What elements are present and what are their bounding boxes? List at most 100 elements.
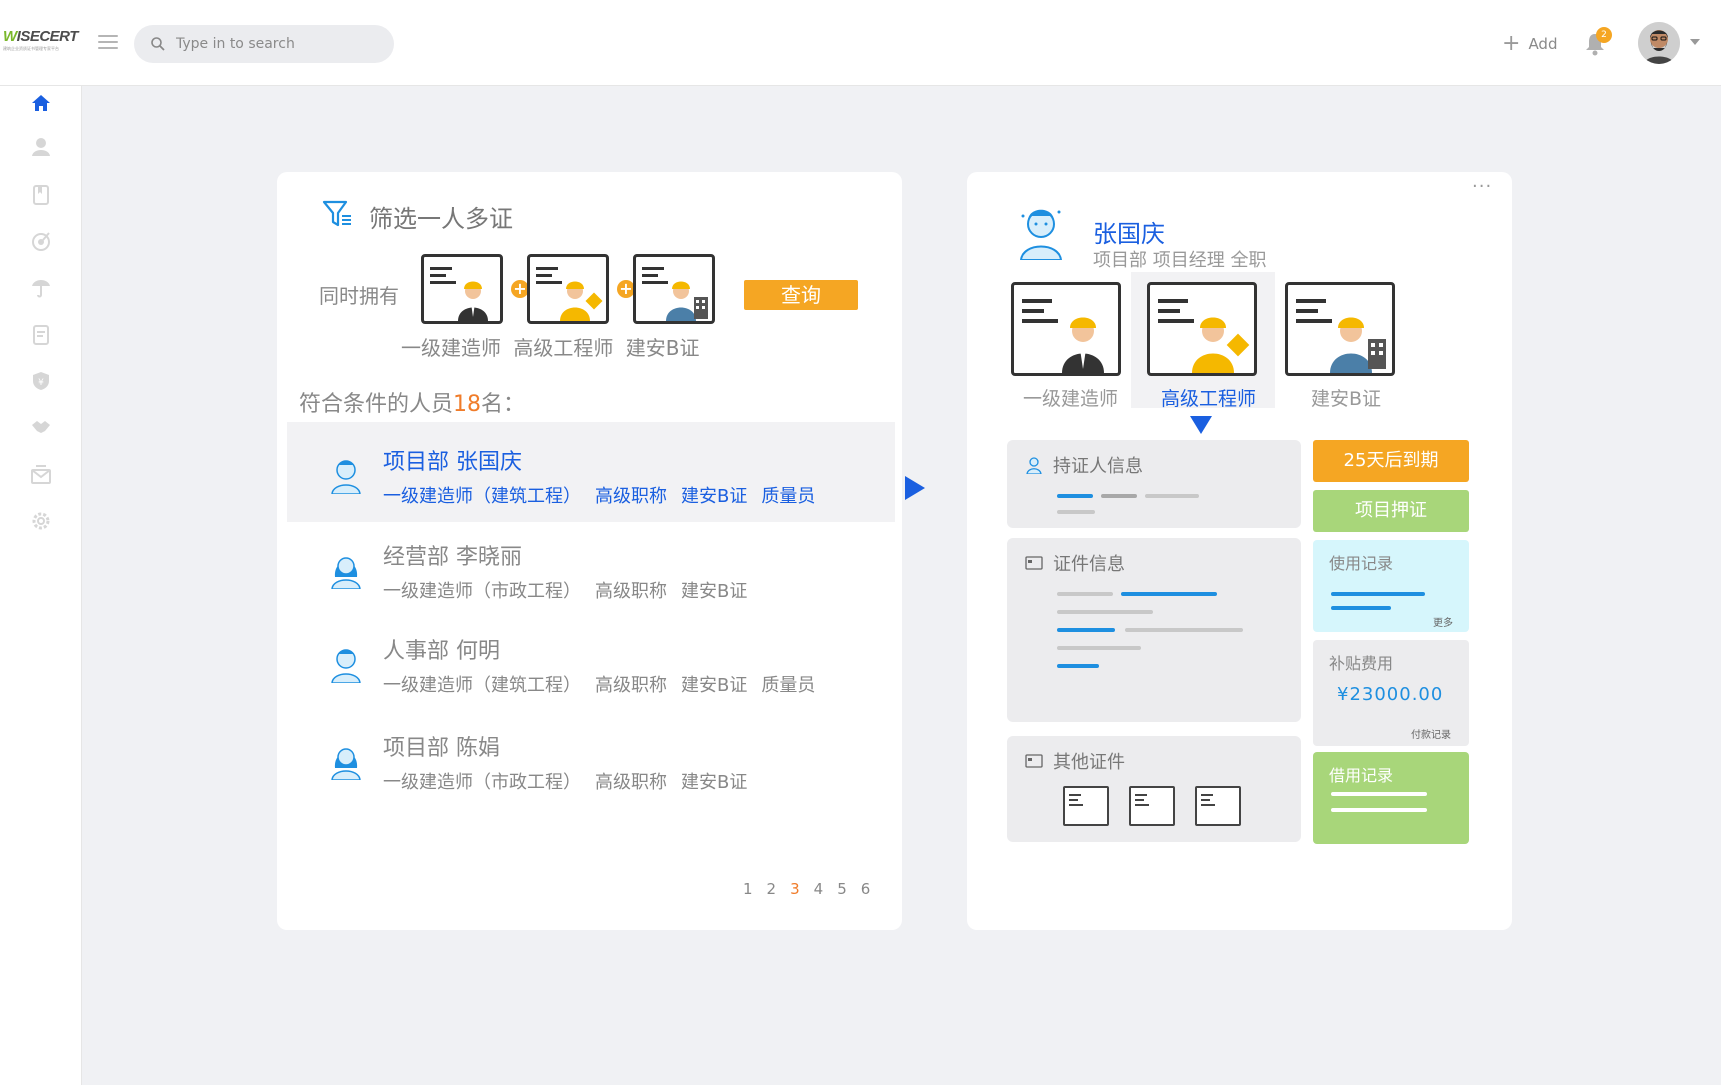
page-link[interactable]: 6 [861,880,871,898]
holder-info-tile[interactable]: 持证人信息 [1007,440,1301,528]
mail-icon[interactable] [30,464,52,486]
subsidy-amount: ¥23000.00 [1337,684,1444,705]
person-row[interactable]: 项目部 张国庆 一级建造师（建筑工程） 高级职称 建安B证 质量员 [287,422,895,522]
female-avatar-icon [331,748,361,780]
mini-cert-icon[interactable] [1063,786,1109,826]
borrow-record-tile[interactable]: 借用记录 [1313,752,1469,844]
other-certs-tile[interactable]: 其他证件 [1007,736,1301,842]
other-certs-title: 其他证件 [1053,752,1125,773]
bookmark-icon[interactable] [30,184,52,206]
person-name: 经营部 李晓丽 [383,545,522,570]
person-tag: 质量员 [761,675,816,696]
match-prefix: 符合条件的人员 [299,392,454,417]
cert-label: 建安B证 [625,336,700,360]
cert-thumb-engineer[interactable] [527,254,609,324]
search-box [134,25,394,63]
person-tags: 一级建造师（建筑工程） 高级职称 建安B证 质量员 [383,671,829,697]
person-row[interactable]: 项目部 陈娟 一级建造师（市政工程） 高级职称 建安B证 [287,708,895,808]
filter-card: 筛选一人多证 同时拥有 + + 查询 一级建造师 高级工程师 建安B证 符合条件… [277,172,902,930]
triangle-down-icon [1190,416,1212,434]
person-tag: 一级建造师（建筑工程） [383,486,581,507]
subsidy-tile[interactable]: 补贴费用 ¥23000.00 付款记录 [1313,640,1469,746]
umbrella-icon[interactable] [30,276,52,298]
cert-card-safety[interactable] [1285,282,1395,376]
mini-cert-icon[interactable] [1129,786,1175,826]
search-input[interactable] [176,33,376,55]
notification-button[interactable]: 2 [1584,27,1612,56]
logo-subtitle: 建筑企业资质证书管理专家平台 [3,46,59,51]
user-avatar[interactable] [1638,22,1680,64]
chevron-down-icon[interactable] [1690,39,1700,45]
brand-logo[interactable]: WISECERT 建筑企业资质证书管理专家平台 [3,28,79,54]
person-tags: 一级建造师（市政工程） 高级职称 建安B证 [383,768,761,794]
person-name: 项目部 张国庆 [383,450,522,475]
user-icon[interactable] [30,136,52,158]
cert-label: 建安B证 [1311,388,1382,410]
more-icon[interactable]: ··· [1472,176,1492,197]
cert-info-tile[interactable]: 证件信息 [1007,538,1301,722]
add-button[interactable]: + Add [1502,32,1557,56]
holder-name: 张国庆 [1093,220,1165,248]
id-card-icon [1025,754,1043,768]
handshake-icon[interactable] [30,416,52,438]
person-tag: 高级职称 [595,772,667,793]
page-link[interactable]: 2 [767,880,777,898]
usage-more-link[interactable]: 更多 [1433,614,1453,629]
plus-icon: + [1502,31,1521,56]
pagination: 1 2 3 4 5 6 [743,880,870,898]
usage-title: 使用记录 [1329,554,1394,573]
borrow-title: 借用记录 [1329,766,1394,785]
svg-text:¥: ¥ [38,378,44,388]
query-button[interactable]: 查询 [744,280,858,310]
male-avatar-icon [331,649,361,683]
search-icon [151,37,165,51]
person-tags: 一级建造师（市政工程） 高级职称 建安B证 [383,577,761,603]
usage-record-tile[interactable]: 使用记录 更多 [1313,540,1469,632]
logo-wordmark: WISECERT [3,28,78,45]
person-tag: 高级职称 [595,581,667,602]
subsidy-title: 补贴费用 [1329,654,1394,673]
person-tag: 一级建造师（市政工程） [383,581,581,602]
payment-record-link[interactable]: 付款记录 [1411,726,1451,741]
person-name: 人事部 何明 [383,639,500,664]
cert-thumb-constructor[interactable] [421,254,503,324]
person-tag: 建安B证 [681,486,748,507]
expire-button[interactable]: 25天后到期 [1313,440,1469,482]
page-link[interactable]: 5 [837,880,847,898]
mini-cert-icon[interactable] [1195,786,1241,826]
match-suffix: 名： [481,392,526,417]
cert-card-constructor[interactable] [1011,282,1121,376]
holder-info-title: 持证人信息 [1053,456,1143,477]
match-count-line: 符合条件的人员18名： [299,386,525,418]
cert-label-selected: 高级工程师 [1161,388,1257,410]
person-tags: 一级建造师（建筑工程） 高级职称 建安B证 质量员 [383,482,829,508]
shield-icon[interactable]: ¥ [30,370,52,392]
person-tag: 一级建造师（建筑工程） [383,675,581,696]
person-tag: 一级建造师（市政工程） [383,772,581,793]
page-link[interactable]: 1 [743,880,753,898]
target-icon[interactable] [30,230,52,252]
have-label: 同时拥有 [319,284,399,308]
sidebar: ¥ [0,86,82,1085]
pledge-button[interactable]: 项目押证 [1313,490,1469,532]
female-avatar-icon [331,557,361,589]
id-card-icon [1025,556,1043,570]
cert-info-title: 证件信息 [1053,554,1125,575]
person-icon [1026,457,1042,474]
holder-subtitle: 项目部 项目经理 全职 [1093,250,1267,271]
cert-label: 一级建造师 [401,336,501,360]
cert-labels: 一级建造师 高级工程师 建安B证 [401,332,699,361]
cert-thumb-safety[interactable] [633,254,715,324]
person-row[interactable]: 经营部 李晓丽 一级建造师（市政工程） 高级职称 建安B证 [287,517,895,617]
document-icon[interactable] [30,324,52,346]
page-link-current[interactable]: 3 [790,880,800,898]
cert-card-engineer[interactable] [1147,282,1257,376]
page-link[interactable]: 4 [814,880,824,898]
male-avatar-icon [1019,209,1063,260]
home-icon[interactable] [30,92,52,114]
person-tag: 建安B证 [681,675,748,696]
detail-card: ··· 张国庆 项目部 项目经理 全职 一级建造师 高级工程师 建安B证 持证人… [967,172,1512,930]
person-row[interactable]: 人事部 何明 一级建造师（建筑工程） 高级职称 建安B证 质量员 [287,611,895,711]
gear-icon[interactable] [30,510,52,532]
menu-toggle-icon[interactable] [98,35,118,51]
